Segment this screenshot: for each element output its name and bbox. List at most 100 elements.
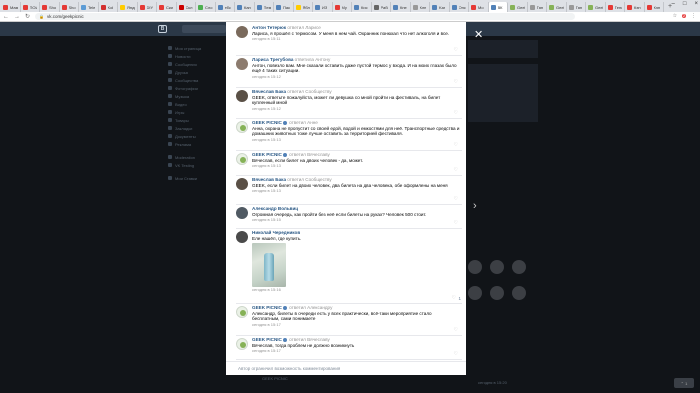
comment-date[interactable]: сегодня в 15:16: [252, 287, 460, 293]
scroll-top-button[interactable]: ⌃ 1: [674, 378, 694, 388]
browser-tab[interactable]: Geek: [547, 2, 567, 12]
browser-tab[interactable]: Кэн: [645, 2, 664, 12]
author-link[interactable]: GEEK PICNIC: [252, 120, 282, 125]
extension-badge[interactable]: 2: [682, 14, 686, 18]
sidebar-item[interactable]: Закладки: [168, 124, 226, 132]
author-link[interactable]: Антон Тетерюк: [252, 25, 286, 30]
browser-tab[interactable]: Пем: [255, 2, 274, 12]
vk-search-input[interactable]: [182, 25, 226, 33]
browser-tab[interactable]: ИЗ: [313, 2, 333, 12]
like-heart-icon[interactable]: ♡: [454, 79, 458, 85]
browser-tab[interactable]: Пак: [274, 2, 294, 12]
comment-date[interactable]: сегодня в 15:13: [252, 163, 460, 169]
vk-logo-icon[interactable]: B: [158, 25, 167, 33]
browser-tab[interactable]: Geek: [586, 2, 606, 12]
browser-tab[interactable]: Ски: [157, 2, 177, 12]
author-link[interactable]: Николай Чередников: [252, 230, 300, 235]
browser-tab[interactable]: Кэн: [625, 2, 645, 12]
browser-tab[interactable]: Тяп: [567, 2, 586, 12]
reply-target[interactable]: ответил Ларисе: [287, 25, 321, 30]
browser-tab[interactable]: Sho: [60, 2, 79, 12]
browser-tab[interactable]: Sho: [40, 2, 60, 12]
browser-tab[interactable]: Сло: [196, 2, 216, 12]
reply-target[interactable]: ответил Вячеславу: [289, 152, 330, 157]
reload-icon[interactable]: ↻: [25, 13, 30, 20]
like-heart-icon[interactable]: ♡: [454, 167, 458, 173]
comment-date[interactable]: сегодня в 15:11: [252, 36, 460, 42]
like-heart-icon[interactable]: ♡: [452, 295, 456, 301]
sidebar-item[interactable]: Сообщества: [168, 76, 226, 84]
browser-tab[interactable]: Яндс: [118, 2, 138, 12]
avatar[interactable]: [236, 90, 248, 102]
forward-icon[interactable]: →: [14, 14, 20, 20]
maximize-button[interactable]: □: [683, 1, 687, 7]
close-window-button[interactable]: ×: [694, 1, 698, 7]
author-link[interactable]: Александр Вольвиц: [252, 206, 298, 211]
avatar[interactable]: [236, 231, 248, 243]
reply-target[interactable]: ответил Вячеславу: [289, 337, 330, 342]
sidebar-item[interactable]: Видео: [168, 100, 226, 108]
browser-tab[interactable]: Скл: [177, 2, 196, 12]
star-icon[interactable]: ☆: [673, 13, 677, 19]
browser-tab[interactable]: Кне: [391, 2, 411, 12]
browser-tab[interactable]: Ябл: [294, 2, 313, 12]
url-field[interactable]: 🔒 vk.com/geekpicnic: [35, 13, 576, 20]
author-link[interactable]: GEEK PICNIC: [252, 152, 282, 157]
sidebar-item[interactable]: Сообщения: [168, 60, 226, 68]
sidebar-item[interactable]: Новости: [168, 52, 226, 60]
comment-date[interactable]: сегодня в 15:17: [252, 348, 460, 354]
author-link[interactable]: Вячеслав Бака: [252, 89, 286, 94]
reply-target[interactable]: ответил Сообществу: [287, 177, 331, 182]
sidebar-item[interactable]: Мои Ставки: [168, 174, 226, 182]
minimize-button[interactable]: –: [672, 1, 675, 7]
browser-tab[interactable]: Му: [333, 2, 352, 12]
browser-tab[interactable]: DIY: [138, 2, 157, 12]
avatar[interactable]: [236, 306, 248, 318]
browser-tab[interactable]: ПОИ: [21, 2, 40, 12]
comment-date[interactable]: сегодня в 15:12: [252, 74, 460, 80]
comment-date[interactable]: сегодня в 15:15: [252, 217, 460, 223]
author-link[interactable]: GEEK PICNIC: [252, 305, 282, 310]
sidebar-item[interactable]: Moderation: [168, 153, 226, 161]
comment-date[interactable]: сегодня в 15:13: [252, 137, 460, 143]
comment-date[interactable]: сегодня в 15:12: [252, 106, 460, 112]
sidebar-item[interactable]: VK Testing: [168, 161, 226, 169]
author-link[interactable]: Лариса Трегубова: [252, 57, 293, 62]
browser-tab[interactable]: Мо: [469, 2, 489, 12]
browser-tab[interactable]: Опс: [450, 2, 469, 12]
like-heart-icon[interactable]: ♡: [454, 47, 458, 53]
reply-target[interactable]: ответил Анне: [289, 120, 318, 125]
browser-tab[interactable]: Кис: [352, 2, 372, 12]
browser-tab[interactable]: Клн: [411, 2, 430, 12]
avatar[interactable]: [236, 153, 248, 165]
like-heart-icon[interactable]: ♡: [454, 110, 458, 116]
like-heart-icon[interactable]: ♡: [454, 142, 458, 148]
browser-tab[interactable]: ВК: [488, 2, 508, 12]
reply-target[interactable]: ответил Сообществу: [287, 89, 331, 94]
reply-target[interactable]: ответила Антону: [295, 57, 331, 62]
sidebar-item[interactable]: Товары: [168, 116, 226, 124]
author-link[interactable]: GEEK PICNIC: [252, 337, 282, 342]
back-icon[interactable]: ←: [3, 14, 9, 20]
avatar[interactable]: [236, 178, 248, 190]
browser-tab[interactable]: Мамо: [1, 2, 21, 12]
browser-tab[interactable]: Kar: [430, 2, 450, 12]
sidebar-item[interactable]: Музыка: [168, 92, 226, 100]
browser-tab[interactable]: Тяп: [528, 2, 547, 12]
sidebar-item[interactable]: Реклама: [168, 140, 226, 148]
like-heart-icon[interactable]: ♡: [454, 220, 458, 226]
next-arrow-icon[interactable]: ›: [473, 200, 477, 212]
like-heart-icon[interactable]: ♡: [454, 327, 458, 333]
browser-tab[interactable]: Кап: [235, 2, 255, 12]
sidebar-item[interactable]: Документы: [168, 132, 226, 140]
browser-tab[interactable]: Kol: [99, 2, 118, 12]
sidebar-item[interactable]: Фотографии: [168, 84, 226, 92]
avatar[interactable]: [236, 207, 248, 219]
comment-date[interactable]: сегодня в 15:13: [252, 188, 460, 194]
sidebar-item[interactable]: Друзья: [168, 68, 226, 76]
comment-photo[interactable]: [252, 243, 286, 288]
like-heart-icon[interactable]: ♡: [454, 351, 458, 357]
menu-icon[interactable]: ⋮: [691, 13, 696, 19]
browser-tab[interactable]: Tele: [79, 2, 99, 12]
avatar[interactable]: [236, 26, 248, 38]
